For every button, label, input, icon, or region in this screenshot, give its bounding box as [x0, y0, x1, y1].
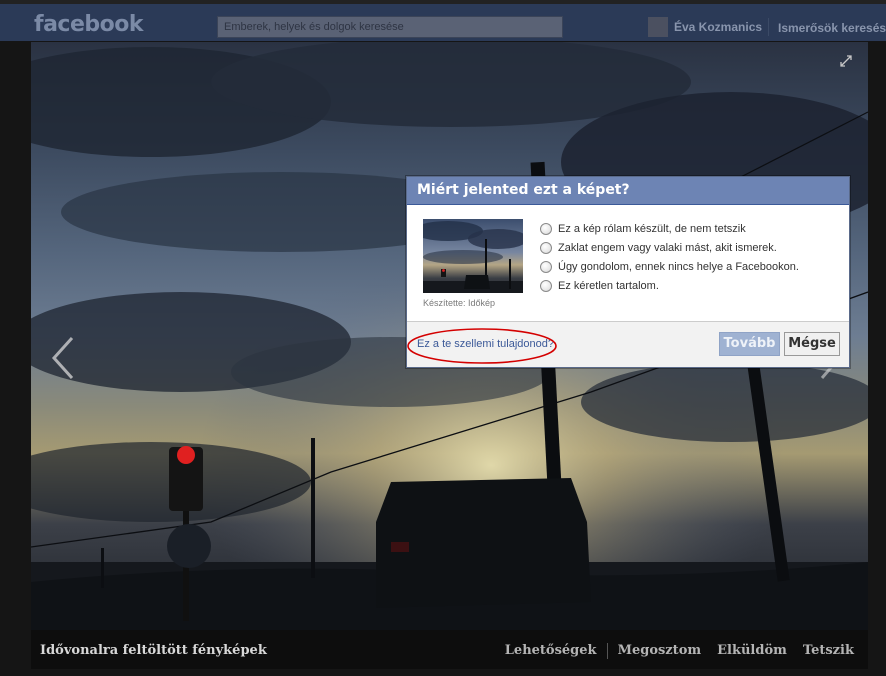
thumbnail-caption: Készítette: Időkép [423, 298, 496, 308]
radio-button[interactable] [540, 260, 552, 273]
photo-actions: Lehetőségek Megosztom Elküldöm Tetszik [505, 643, 854, 659]
radio-button[interactable] [540, 222, 552, 235]
thumbnail-scene [423, 221, 523, 293]
radio-button[interactable] [540, 241, 552, 254]
search-input[interactable]: Emberek, helyek és dolgok keresése [217, 16, 563, 38]
dialog-title: Miért jelented ezt a képet? [407, 177, 849, 205]
photo-thumbnail [423, 219, 523, 293]
option-label: Ez kéretlen tartalom. [558, 279, 659, 292]
avatar [648, 17, 668, 37]
divider [606, 643, 608, 659]
option-label: Ez a kép rólam készült, de nem tetszik [558, 222, 746, 235]
continue-button[interactable]: Tovább [719, 332, 780, 356]
previous-photo-icon[interactable] [50, 336, 76, 380]
like-link[interactable]: Tetszik [803, 643, 854, 659]
option-label: Zaklat engem vagy valaki mást, akit isme… [558, 241, 777, 254]
reason-option-not-allowed[interactable]: Úgy gondolom, ennek nincs helye a Facebo… [540, 257, 799, 276]
option-label: Úgy gondolom, ennek nincs helye a Facebo… [558, 260, 799, 273]
fullscreen-icon[interactable] [840, 55, 852, 67]
divider [768, 18, 769, 36]
share-link[interactable]: Megosztom [618, 643, 702, 659]
options-link[interactable]: Lehetőségek [505, 643, 597, 659]
profile-name: Éva Kozmanics [674, 20, 763, 34]
album-title[interactable]: Idővonalra feltöltött fényképek [40, 643, 267, 658]
send-link[interactable]: Elküldöm [717, 643, 787, 659]
photo-action-bar: Idővonalra feltöltött fényképek Lehetősé… [31, 630, 868, 669]
facebook-logo[interactable]: facebook [34, 12, 144, 37]
reason-option-spam[interactable]: Ez kéretlen tartalom. [540, 276, 799, 295]
report-reason-options: Ez a kép rólam készült, de nem tetszik Z… [540, 219, 799, 295]
reason-option-dislike[interactable]: Ez a kép rólam készült, de nem tetszik [540, 219, 799, 238]
cancel-button[interactable]: Mégse [784, 332, 840, 356]
find-friends-link[interactable]: Ismerősök keresése [778, 21, 886, 35]
top-navigation-bar: facebook Emberek, helyek és dolgok keres… [0, 0, 886, 45]
profile-link[interactable]: Éva Kozmanics [648, 17, 762, 37]
reason-option-harassment[interactable]: Zaklat engem vagy valaki mást, akit isme… [540, 238, 799, 257]
dialog-body: Készítette: Időkép Ez a kép rólam készül… [407, 205, 849, 323]
radio-button[interactable] [540, 279, 552, 292]
highlight-circle [407, 328, 557, 364]
